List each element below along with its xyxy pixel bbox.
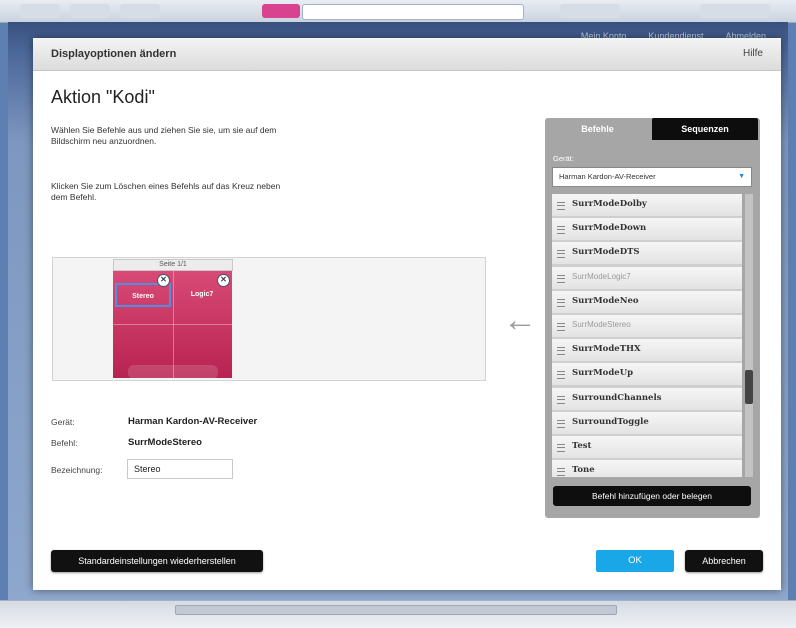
instruction-reorder: Wählen Sie Befehle aus und ziehen Sie si…	[51, 125, 277, 146]
page-indicator: Seite 1/1	[113, 259, 233, 271]
browser-tab-active[interactable]	[302, 4, 524, 20]
command-list-scrollbar[interactable]	[745, 194, 753, 477]
instruction-delete: Klicken Sie zum Löschen eines Befehls au…	[51, 181, 281, 202]
command-label: SurrModeDown	[572, 223, 647, 234]
drag-handle-icon[interactable]	[557, 419, 565, 428]
dialog-title: Displayoptionen ändern	[51, 48, 177, 60]
arrow-left-icon: ←	[503, 301, 537, 339]
device-select-value: Harman Kardon-AV-Receiver	[559, 172, 656, 181]
command-label: Test	[572, 440, 592, 451]
device-label: Gerät:	[51, 417, 75, 427]
command-value: SurrModeStereo	[128, 437, 202, 448]
command-list-item[interactable]: SurrModeDown	[552, 218, 742, 241]
name-input[interactable]	[127, 459, 233, 479]
drag-handle-icon[interactable]	[557, 371, 565, 380]
command-list-item[interactable]: SurrModeNeo	[552, 290, 742, 313]
device-value: Harman Kardon-AV-Receiver	[128, 416, 258, 427]
browser-tab[interactable]	[120, 4, 160, 18]
action-title: Aktion "Kodi"	[51, 87, 155, 107]
command-label: SurrModeNeo	[572, 295, 639, 306]
panel-device-label: Gerät:	[553, 154, 574, 163]
command-list-item[interactable]: SurrModeUp	[552, 363, 742, 386]
command-list-item[interactable]: SurroundToggle	[552, 411, 742, 434]
drag-handle-icon[interactable]	[557, 226, 565, 235]
ok-button[interactable]: OK	[596, 550, 674, 572]
command-list-item[interactable]: SurrModeStereo	[552, 314, 742, 337]
delete-logic7-icon[interactable]: ✕	[217, 274, 230, 287]
tab-sequences[interactable]: Sequenzen	[652, 118, 758, 140]
add-command-button[interactable]: Befehl hinzufügen oder belegen	[553, 486, 751, 506]
cancel-button[interactable]: Abbrechen	[685, 550, 763, 572]
drag-handle-icon[interactable]	[557, 443, 565, 452]
drag-handle-icon[interactable]	[557, 322, 565, 331]
name-label: Bezeichnung:	[51, 465, 103, 475]
help-link[interactable]: Hilfe	[743, 48, 763, 59]
command-list-item[interactable]: SurroundChannels	[552, 387, 742, 410]
browser-tab[interactable]	[20, 4, 60, 18]
command-label: Tone	[572, 465, 595, 476]
drag-handle-icon[interactable]	[557, 250, 565, 259]
restore-defaults-button[interactable]: Standardeinstellungen wiederherstellen	[51, 550, 263, 572]
chevron-down-icon: ▼	[738, 173, 745, 180]
grid-divider	[113, 324, 232, 325]
command-list-item[interactable]: SurrModeDTS	[552, 242, 742, 265]
browser-tab[interactable]	[700, 4, 770, 18]
display-options-dialog: Displayoptionen ändern Hilfe Aktion "Kod…	[33, 38, 781, 590]
browser-tab-harmony[interactable]	[262, 4, 300, 18]
browser-tab[interactable]	[70, 4, 110, 18]
screen-preview-area: Seite 1/1 Stereo Logic7 ✕ ✕	[52, 257, 486, 381]
drag-handle-icon[interactable]	[557, 347, 565, 356]
command-panel: Befehle Sequenzen Gerät: Harman Kardon-A…	[545, 118, 760, 518]
device-select[interactable]: Harman Kardon-AV-Receiver ▼	[552, 167, 752, 187]
command-label: Befehl:	[51, 438, 78, 448]
browser-toolbar	[0, 0, 796, 23]
command-label: SurroundToggle	[572, 416, 649, 427]
drag-handle-icon[interactable]	[557, 395, 565, 404]
command-label: SurrModeTHX	[572, 344, 641, 355]
dialog-titlebar: Displayoptionen ändern Hilfe	[33, 38, 781, 71]
command-label: SurroundChannels	[572, 392, 662, 403]
drag-handle-icon[interactable]	[557, 202, 565, 210]
drag-handle-icon[interactable]	[557, 468, 565, 477]
command-list-item[interactable]: SurrModeDolby	[552, 194, 742, 216]
command-label: SurrModeStereo	[572, 319, 631, 329]
horizontal-scrollbar-thumb[interactable]	[175, 605, 617, 615]
drag-handle-icon[interactable]	[557, 274, 565, 283]
command-list: SurrModeDolby SurrModeDown SurrModeDTS Surr…	[552, 194, 742, 477]
command-label: SurrModeLogic7	[572, 271, 631, 281]
command-list-item[interactable]: Test	[552, 435, 742, 458]
delete-stereo-icon[interactable]: ✕	[157, 274, 170, 287]
command-list-item[interactable]: SurrModeLogic7	[552, 266, 742, 289]
screen-footer-shape	[128, 365, 218, 378]
command-label: SurrModeDTS	[572, 247, 640, 258]
remote-screen-preview: Stereo Logic7 ✕ ✕	[113, 271, 232, 378]
command-list-item[interactable]: SurrModeTHX	[552, 339, 742, 362]
browser-tab[interactable]	[560, 4, 620, 18]
drag-handle-icon[interactable]	[557, 298, 565, 307]
command-label: SurrModeUp	[572, 368, 634, 379]
tab-commands[interactable]: Befehle	[545, 118, 650, 140]
command-label: SurrModeDolby	[572, 199, 647, 209]
scrollbar-thumb[interactable]	[745, 370, 753, 404]
command-list-item[interactable]: Tone	[552, 460, 742, 477]
